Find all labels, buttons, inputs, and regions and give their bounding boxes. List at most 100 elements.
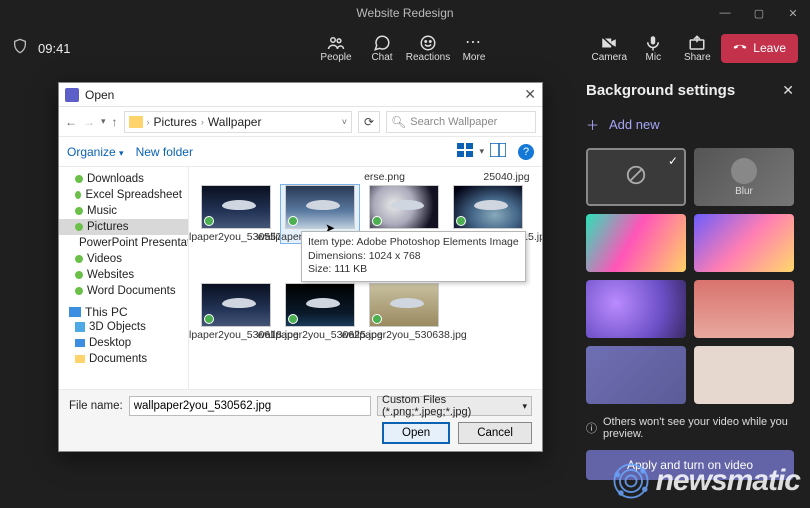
nav-forward-icon[interactable]: → (83, 115, 95, 129)
folder-icon (129, 116, 143, 128)
preview-pane-button[interactable] (490, 143, 506, 160)
tree-node[interactable]: Documents (59, 351, 188, 367)
tree-node[interactable]: Downloads (59, 171, 188, 187)
camera-button[interactable]: Camera (589, 34, 629, 63)
hangup-icon (733, 40, 747, 57)
tree-node[interactable]: PowerPoint Presentations (59, 235, 188, 251)
more-icon: ⋯ (465, 34, 483, 52)
breadcrumb[interactable]: Wallpaper (208, 115, 262, 129)
people-button[interactable]: People (316, 34, 356, 63)
file-thumbnail (201, 185, 271, 229)
file-list: erse.png 25040.jpg wallpaper2you_530557.… (189, 167, 542, 389)
mic-icon (644, 34, 662, 52)
tree-node-selected[interactable]: Pictures (59, 219, 188, 235)
background-settings-panel: Background settings ✕ ＋ Add new ✓ Blur ⓘ… (570, 70, 810, 508)
app-title: Website Redesign (356, 6, 453, 20)
tree-this-pc[interactable]: This PC (59, 305, 188, 319)
background-option-6[interactable] (694, 346, 794, 404)
file-item[interactable]: wallpaper2you_530638.jpg (365, 283, 443, 341)
sync-ok-icon (288, 216, 298, 226)
file-label: erse.png (357, 171, 412, 183)
tree-node[interactable]: Websites (59, 267, 188, 283)
app-titlebar: Website Redesign — ▢ ✕ (0, 0, 810, 26)
folder-icon (75, 355, 85, 363)
cancel-button[interactable]: Cancel (458, 422, 532, 444)
minimize-button[interactable]: — (708, 0, 742, 26)
meeting-timer: 09:41 (38, 41, 71, 56)
tree-node[interactable]: Desktop (59, 335, 188, 351)
file-type-filter[interactable]: Custom Files (*.png;*.jpeg;*.jpg) (377, 396, 532, 416)
desktop-icon (75, 339, 85, 347)
leave-button[interactable]: Leave (721, 34, 798, 63)
chevron-down-icon[interactable]: ˅ (342, 117, 347, 127)
sync-ok-icon (456, 216, 466, 226)
preview-note: ⓘ Others won't see your video while you … (586, 416, 794, 440)
panel-close-icon[interactable]: ✕ (782, 82, 794, 99)
chat-button[interactable]: Chat (362, 34, 402, 63)
panel-title: Background settings (586, 82, 735, 99)
nav-recent-icon[interactable]: ▾ (101, 116, 106, 127)
share-button[interactable]: Share (677, 34, 717, 63)
sync-ok-icon (204, 314, 214, 324)
tree-node[interactable]: Excel Spreadsheet (59, 187, 188, 203)
background-option-1[interactable] (586, 214, 686, 272)
tree-node[interactable]: Music (59, 203, 188, 219)
dialog-close-icon[interactable]: ✕ (524, 86, 536, 103)
pc-icon (69, 307, 81, 317)
address-bar[interactable]: › Pictures › Wallpaper ˅ (124, 111, 352, 133)
tree-node[interactable]: 3D Objects (59, 319, 188, 335)
avatar-icon (731, 158, 757, 184)
new-folder-button[interactable]: New folder (136, 145, 193, 159)
maximize-button[interactable]: ▢ (742, 0, 776, 26)
search-input[interactable]: 🔍︎ Search Wallpaper (386, 111, 536, 133)
file-label: 25040.jpg (479, 171, 534, 183)
plus-icon: ＋ (586, 115, 599, 134)
file-tooltip: Item type: Adobe Photoshop Elements Imag… (301, 231, 526, 282)
search-icon: 🔍︎ (391, 115, 406, 129)
open-button[interactable]: Open (382, 422, 450, 444)
file-thumbnail (369, 283, 439, 327)
file-thumbnail (285, 283, 355, 327)
tree-node[interactable]: Videos (59, 251, 188, 267)
prohibit-icon (625, 164, 647, 191)
dialog-title: Open (85, 88, 114, 102)
close-button[interactable]: ✕ (776, 0, 810, 26)
help-button[interactable]: ? (518, 144, 534, 160)
background-option-4[interactable] (694, 280, 794, 338)
background-option-blur[interactable]: Blur (694, 148, 794, 206)
file-name-input[interactable] (129, 396, 371, 416)
file-thumbnail (453, 185, 523, 229)
background-option-2[interactable] (694, 214, 794, 272)
check-icon: ✓ (668, 154, 678, 168)
camera-off-icon (600, 34, 618, 52)
chat-icon (373, 34, 391, 52)
file-thumbnail (201, 283, 271, 327)
sync-ok-icon (372, 216, 382, 226)
add-new-button[interactable]: ＋ Add new (586, 115, 794, 134)
background-option-none[interactable]: ✓ (586, 148, 686, 206)
folder-tree[interactable]: Downloads Excel Spreadsheet Music Pictur… (59, 167, 189, 389)
people-icon (327, 34, 345, 52)
share-icon (688, 34, 706, 52)
background-option-3[interactable] (586, 280, 686, 338)
background-option-5[interactable] (586, 346, 686, 404)
organize-menu[interactable]: Organize ▾ (67, 145, 124, 159)
tree-node[interactable]: Word Documents (59, 283, 188, 299)
file-thumbnail (285, 185, 355, 229)
info-icon: ⓘ (586, 420, 597, 436)
sync-ok-icon (204, 216, 214, 226)
file-open-dialog: Open ✕ ← → ▾ ↑ › Pictures › Wallpaper ˅ … (58, 82, 543, 452)
more-button[interactable]: ⋯ More (454, 34, 494, 63)
file-name-label: File name: (69, 400, 123, 412)
reactions-button[interactable]: Reactions (408, 34, 448, 63)
breadcrumb[interactable]: Pictures (154, 115, 197, 129)
view-mode-button[interactable] (457, 143, 473, 160)
smiley-icon (419, 34, 437, 52)
nav-back-icon[interactable]: ← (65, 115, 77, 129)
sync-ok-icon (372, 314, 382, 324)
file-thumbnail (369, 185, 439, 229)
mic-button[interactable]: Mic (633, 34, 673, 63)
refresh-button[interactable]: ⟳ (358, 111, 380, 133)
apply-button[interactable]: Apply and turn on video (586, 450, 794, 480)
nav-up-icon[interactable]: ↑ (112, 115, 118, 129)
